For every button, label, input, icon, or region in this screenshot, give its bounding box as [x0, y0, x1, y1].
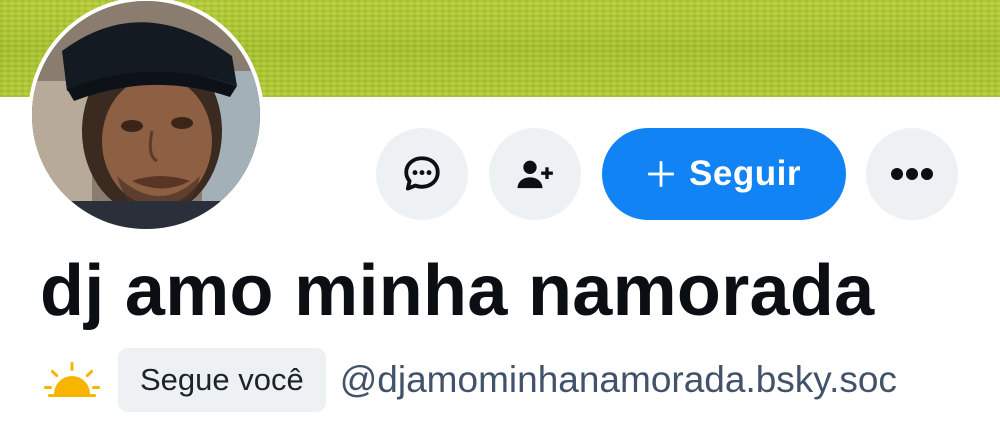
message-button[interactable] — [376, 128, 468, 220]
follow-button[interactable]: Seguir — [602, 128, 846, 220]
profile-actions: Seguir — [0, 0, 1000, 240]
profile-header: Seguir dj amo minha namorada Segue você … — [0, 0, 1000, 435]
display-name: dj amo minha namorada — [40, 251, 875, 331]
person-add-icon — [517, 160, 553, 189]
plus-icon — [648, 161, 674, 187]
follows-you-badge: Segue você — [118, 348, 326, 412]
profile-meta-row: Segue você @djamominhanamorada.bsky.soc — [44, 348, 1000, 412]
sunrise-emoji-icon — [44, 362, 100, 397]
profile-handle[interactable]: @djamominhanamorada.bsky.soc — [340, 359, 897, 401]
ellipsis-icon — [891, 168, 933, 180]
more-options-button[interactable] — [866, 128, 958, 220]
chat-bubble-icon — [404, 156, 440, 191]
follow-button-label: Seguir — [689, 154, 801, 193]
add-user-button[interactable] — [489, 128, 581, 220]
